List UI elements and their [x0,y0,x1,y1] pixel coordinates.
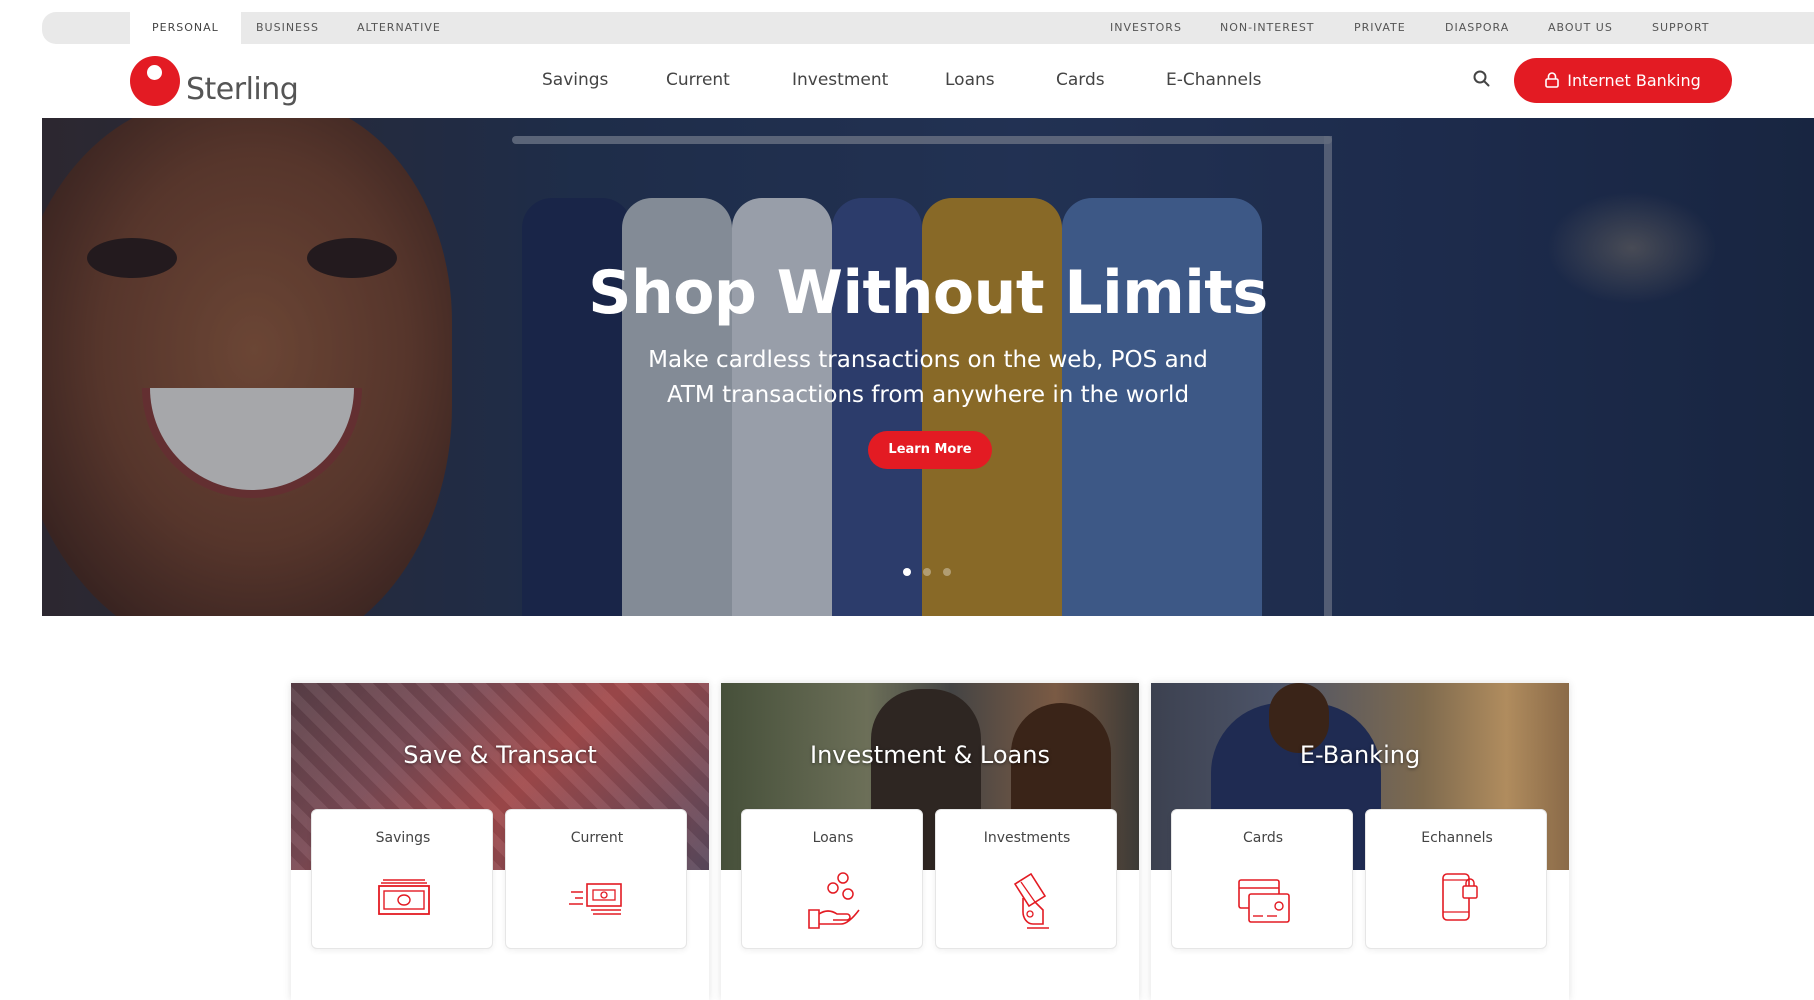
internet-banking-button[interactable]: Internet Banking [1514,58,1732,103]
page: PERSONAL BUSINESS ALTERNATIVE INVESTORS … [0,0,1814,1000]
logo-wordmark: Sterling [186,72,299,107]
card-item-label: Current [570,830,624,846]
nav-cards[interactable]: Cards [1056,70,1105,90]
card-title: Investment & Loans [810,741,1050,769]
sterling-logo[interactable]: Sterling [130,56,310,108]
hero-subtitle-line-2: ATM transactions from anywhere in the wo… [666,382,1190,408]
card-item-current[interactable]: Current [505,809,687,949]
internet-banking-label: Internet Banking [1567,71,1701,90]
link-private[interactable]: PRIVATE [1354,12,1406,44]
card-investment-loans: Investment & Loans Loans Investments [721,683,1139,1000]
nav-savings[interactable]: Savings [542,70,608,90]
tab-alternative[interactable]: ALTERNATIVE [357,12,441,44]
link-support[interactable]: SUPPORT [1652,12,1710,44]
hero-banner: Shop Without Limits Make cardless transa… [42,118,1814,616]
search-icon[interactable] [1471,68,1493,90]
cash-icon [378,879,430,915]
money-transfer-icon [569,883,622,915]
link-investors[interactable]: INVESTORS [1110,12,1182,44]
mobile-lock-icon [1442,873,1478,921]
card-title: E-Banking [1299,741,1421,769]
hero-subtitle-line-1: Make cardless transactions on the web, P… [648,347,1208,373]
tab-business[interactable]: BUSINESS [256,12,319,44]
card-save-transact: Save & Transact Savings Current [291,683,709,1000]
lock-icon [1545,71,1560,88]
link-about-us[interactable]: ABOUT US [1548,12,1613,44]
card-item-label: Cards [1242,830,1284,846]
nav-investment[interactable]: Investment [792,70,888,90]
card-item-label: Investments [983,830,1071,846]
top-utility-bar: PERSONAL BUSINESS ALTERNATIVE INVESTORS … [42,12,1814,44]
card-item-investments[interactable]: Investments [935,809,1117,949]
card-e-banking: E-Banking Cards Echannels [1151,683,1569,1000]
link-diaspora[interactable]: DIASPORA [1445,12,1509,44]
card-item-savings[interactable]: Savings [311,809,493,949]
card-item-echannels[interactable]: Echannels [1365,809,1547,949]
hero-title: Shop Without Limits [588,258,1268,328]
nav-current[interactable]: Current [666,70,730,90]
card-item-label: Savings [375,830,431,846]
credit-cards-icon [1238,879,1290,923]
link-non-interest[interactable]: NON-INTEREST [1220,12,1315,44]
logo-mark-icon [130,56,180,106]
card-title: Save & Transact [403,741,597,769]
carousel-dot-2[interactable] [923,568,931,576]
hero-subtitle: Make cardless transactions on the web, P… [42,343,1814,413]
hand-card-icon [1013,872,1049,929]
card-item-cards[interactable]: Cards [1171,809,1353,949]
nav-e-channels[interactable]: E-Channels [1166,70,1262,90]
tab-personal[interactable]: PERSONAL [130,12,241,44]
carousel-dot-3[interactable] [943,568,951,576]
card-item-label: Echannels [1421,830,1493,846]
main-nav: Sterling Savings Current Investment Loan… [42,44,1814,118]
nav-loans[interactable]: Loans [945,70,995,90]
learn-more-button[interactable]: Learn More [868,431,992,469]
carousel-dot-1[interactable] [903,568,911,576]
hand-coins-icon [808,872,860,929]
card-item-label: Loans [812,830,854,846]
card-item-loans[interactable]: Loans [741,809,923,949]
carousel-dots [903,568,963,578]
